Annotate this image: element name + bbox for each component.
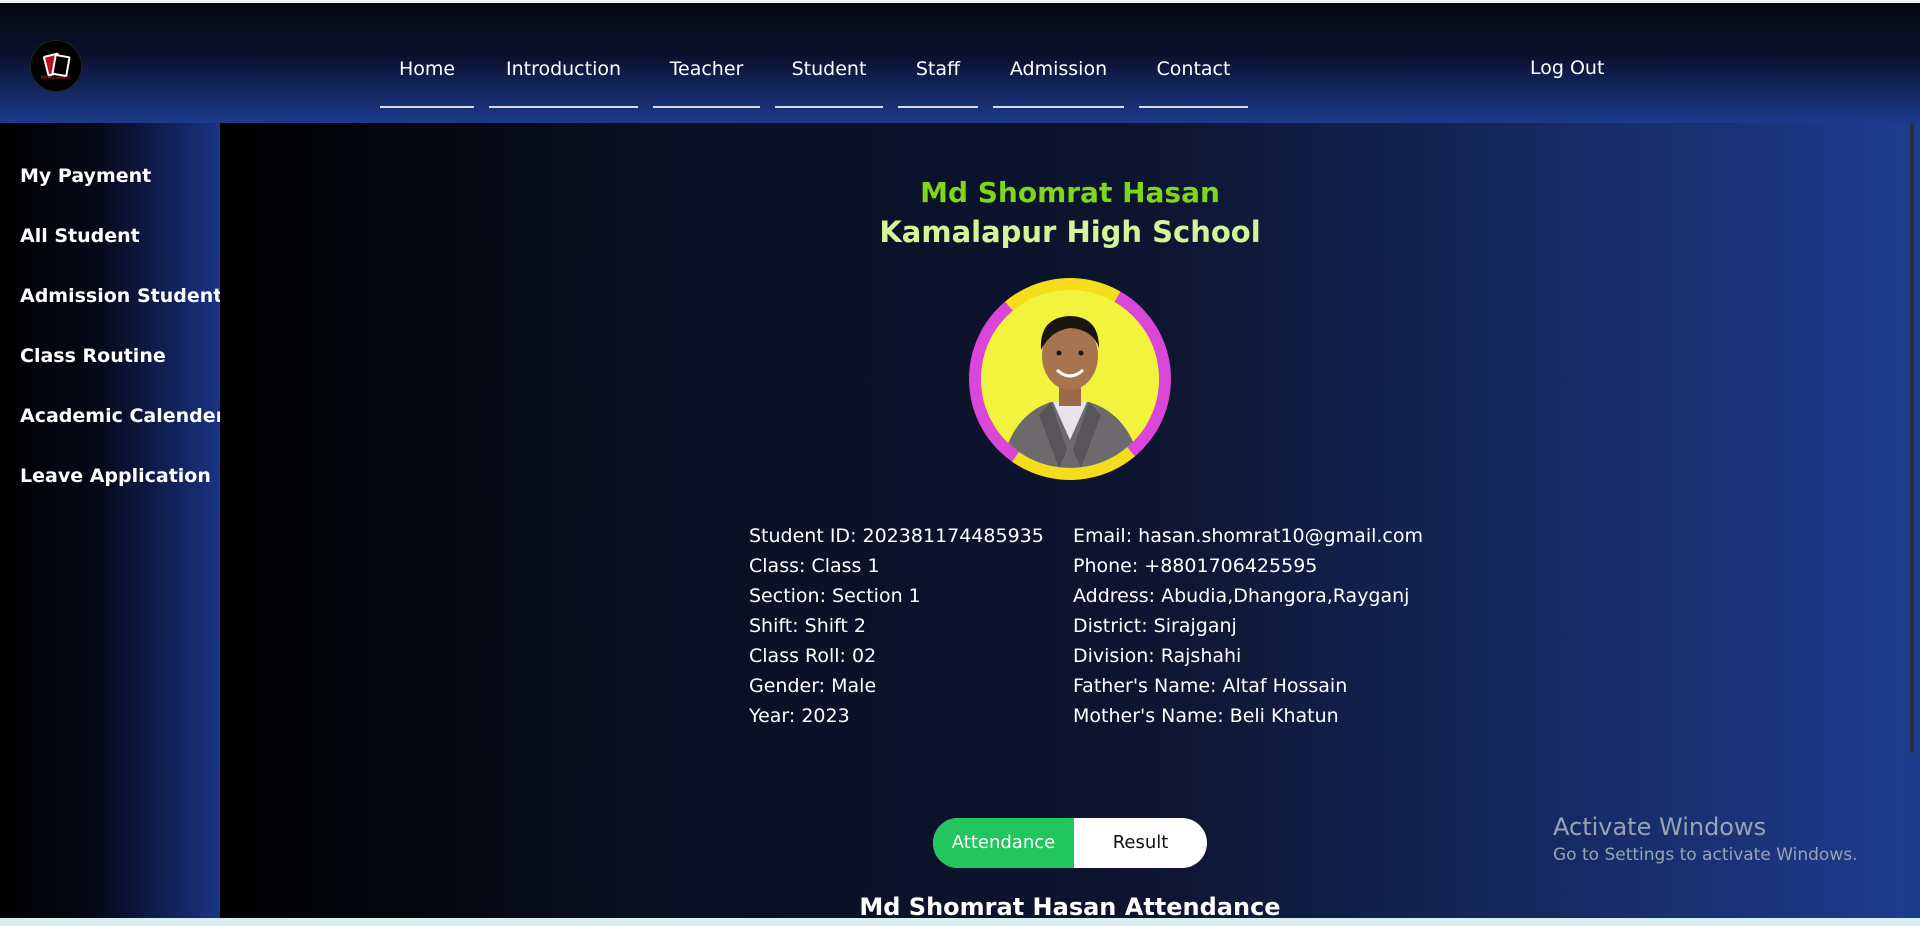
nav-staff[interactable]: Staff	[898, 58, 978, 108]
main-nav: Home Introduction Teacher Student Staff …	[0, 3, 1920, 126]
info-address: Address: Abudia,Dhangora,Rayganj	[1073, 585, 1410, 607]
info-mothers-name: Mother's Name: Beli Khatun	[1073, 705, 1339, 727]
watermark-title: Activate Windows	[1553, 813, 1767, 841]
bottom-edge	[0, 918, 1920, 926]
info-year: Year: 2023	[749, 705, 850, 727]
nav-contact[interactable]: Contact	[1139, 58, 1248, 108]
sidebar-item-my-payment[interactable]: My Payment	[20, 165, 151, 187]
info-email: Email: hasan.shomrat10@gmail.com	[1073, 525, 1424, 547]
attendance-title: Md Shomrat Hasan Attendance	[859, 893, 1281, 921]
logout-link[interactable]: Log Out	[1530, 57, 1604, 79]
nav-admission[interactable]: Admission	[993, 58, 1124, 108]
tab-result[interactable]: Result	[1074, 818, 1207, 868]
main-content: Md Shomrat Hasan Kamalapur High School S…	[220, 123, 1920, 921]
windows-activation-watermark: Activate Windows Go to Settings to activ…	[1553, 813, 1858, 865]
tab-attendance[interactable]: Attendance	[933, 818, 1074, 868]
nav-introduction[interactable]: Introduction	[489, 58, 638, 108]
sidebar-item-admission-student[interactable]: Admission Student	[20, 285, 222, 307]
page: MYPALSHAIRT Home Introduction Teacher St…	[0, 0, 1920, 926]
sidebar-item-all-student[interactable]: All Student	[20, 225, 140, 247]
info-gender: Gender: Male	[749, 675, 877, 697]
watermark-subtitle: Go to Settings to activate Windows.	[1553, 845, 1858, 865]
info-shift: Shift: Shift 2	[749, 615, 866, 637]
nav-student[interactable]: Student	[775, 58, 883, 108]
scrollbar-thumb[interactable]	[1910, 123, 1914, 753]
info-section: Section: Section 1	[749, 585, 921, 607]
sidebar: My Payment All Student Admission Student…	[0, 123, 225, 920]
student-info-left: Student ID: 202381174485935 Class: Class…	[749, 521, 1044, 731]
attendance-result-toggle: Attendance Result	[933, 818, 1207, 868]
top-navbar: MYPALSHAIRT Home Introduction Teacher St…	[0, 0, 1920, 123]
avatar-ring	[969, 278, 1171, 480]
vertical-scrollbar[interactable]	[1905, 123, 1920, 920]
info-class: Class: Class 1	[749, 555, 880, 577]
nav-home[interactable]: Home	[380, 58, 474, 108]
sidebar-item-leave-application[interactable]: Leave Application	[20, 465, 211, 487]
sidebar-item-academic-calender[interactable]: Academic Calender	[20, 405, 225, 427]
student-info-right: Email: hasan.shomrat10@gmail.com Phone: …	[1073, 521, 1423, 731]
info-phone: Phone: +8801706425595	[1073, 555, 1318, 577]
school-name: Kamalapur High School	[879, 215, 1261, 249]
info-student-id: Student ID: 202381174485935	[749, 525, 1044, 547]
nav-teacher[interactable]: Teacher	[653, 58, 760, 108]
info-class-roll: Class Roll: 02	[749, 645, 877, 667]
sidebar-item-class-routine[interactable]: Class Routine	[20, 345, 166, 367]
student-photo	[981, 290, 1159, 468]
info-division: Division: Rajshahi	[1073, 645, 1242, 667]
info-fathers-name: Father's Name: Altaf Hossain	[1073, 675, 1348, 697]
avatar	[981, 290, 1159, 468]
student-name: Md Shomrat Hasan	[920, 176, 1220, 209]
info-district: District: Sirajganj	[1073, 615, 1237, 637]
